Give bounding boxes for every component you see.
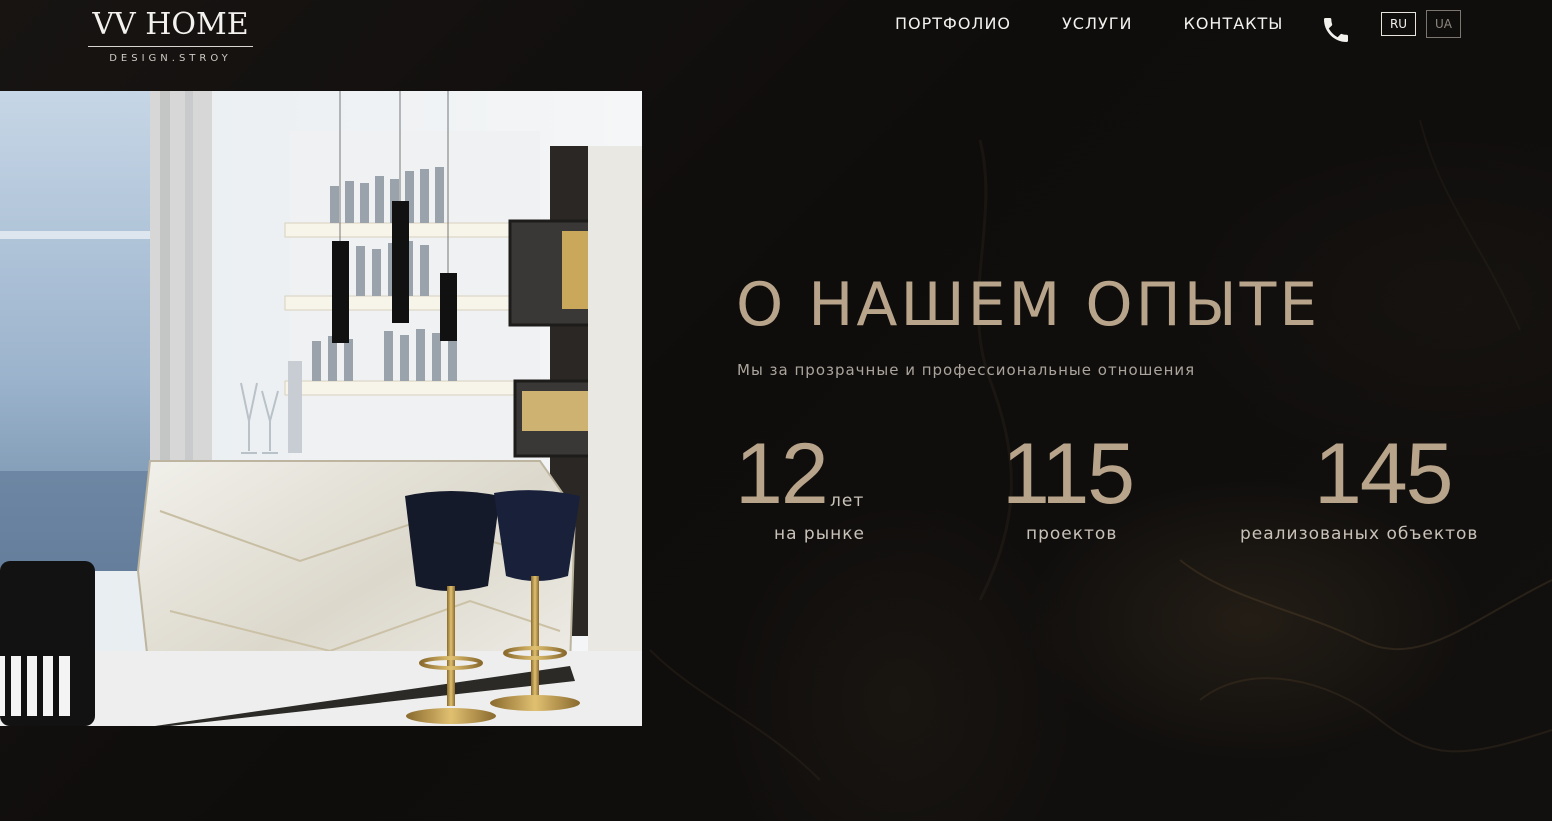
section-title: О НАШЕМ ОПЫТЕ: [736, 270, 1321, 340]
stat-label: проектов: [1026, 524, 1118, 544]
stat-unit: лет: [830, 491, 865, 511]
stat-projects: 115 проектов: [1002, 424, 1135, 544]
logo-main-text: VV HOME: [92, 7, 249, 42]
interior-photo: [0, 91, 642, 726]
phone-icon[interactable]: [1320, 14, 1352, 46]
logo[interactable]: VV HOME DESIGN.STROY: [88, 8, 253, 64]
stat-objects: 145 реализованых объектов: [1240, 424, 1477, 544]
stat-label: на рынке: [774, 524, 865, 544]
logo-divider: [88, 46, 253, 47]
nav-item-services[interactable]: УСЛУГИ: [1062, 14, 1132, 33]
nav-item-contacts[interactable]: КОНТАКТЫ: [1183, 14, 1283, 33]
stat-value: 145: [1314, 426, 1453, 522]
lang-ua-button[interactable]: UA: [1426, 10, 1461, 38]
main-nav: ПОРТФОЛИО УСЛУГИ КОНТАКТЫ: [895, 14, 1283, 33]
nav-item-portfolio[interactable]: ПОРТФОЛИО: [895, 14, 1011, 33]
lang-ru-button[interactable]: RU: [1381, 12, 1416, 36]
logo-sub-text: DESIGN.STROY: [109, 53, 232, 64]
stat-value: 12: [735, 426, 829, 522]
stat-years: 12 лет на рынке: [735, 424, 864, 544]
stat-label: реализованых объектов: [1240, 524, 1479, 544]
section-subtitle: Мы за прозрачные и профессиональные отно…: [737, 361, 1196, 379]
stat-value: 115: [1002, 426, 1135, 522]
